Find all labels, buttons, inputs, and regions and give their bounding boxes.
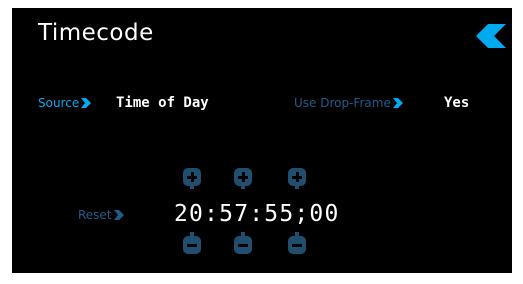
timecode-display: 20:57:55;00 <box>174 201 340 227</box>
seconds-increment-button[interactable] <box>288 168 306 189</box>
source-label: Source <box>38 96 80 110</box>
drop-frame-label: Use Drop-Frame <box>294 96 391 110</box>
stepper-stem <box>190 232 194 238</box>
hours-decrement-button[interactable] <box>183 232 201 254</box>
page-title: Timecode <box>38 20 154 46</box>
plus-icon <box>187 172 197 182</box>
stepper-stem <box>241 232 245 238</box>
source-value[interactable]: Time of Day <box>116 95 209 111</box>
reset-button[interactable]: Reset <box>78 207 124 223</box>
minus-icon <box>292 243 302 247</box>
drop-frame-value[interactable]: Yes <box>444 95 469 111</box>
minus-icon <box>238 243 248 247</box>
stepper-stem <box>295 232 299 238</box>
minutes-decrement-button[interactable] <box>234 232 252 254</box>
timecode-screen: Timecode Source Time of Day Use Drop-Fra… <box>12 8 512 273</box>
minus-icon <box>187 243 197 247</box>
seconds-decrement-button[interactable] <box>288 232 306 254</box>
reset-label: Reset <box>78 208 112 222</box>
stepper-stem <box>295 183 299 189</box>
minutes-increment-button[interactable] <box>234 168 252 189</box>
plus-icon <box>238 172 248 182</box>
drop-frame-label-wrap: Use Drop-Frame <box>294 95 403 111</box>
hours-increment-button[interactable] <box>183 168 201 189</box>
chevron-right-icon <box>81 97 92 108</box>
back-button[interactable] <box>476 24 506 48</box>
source-label-wrap: Source <box>38 95 92 111</box>
chevron-right-icon <box>392 97 403 108</box>
stepper-stem <box>190 183 194 189</box>
back-chevron-icon <box>476 24 506 48</box>
chevron-right-icon <box>113 209 124 220</box>
plus-icon <box>292 172 302 182</box>
stepper-stem <box>241 183 245 189</box>
